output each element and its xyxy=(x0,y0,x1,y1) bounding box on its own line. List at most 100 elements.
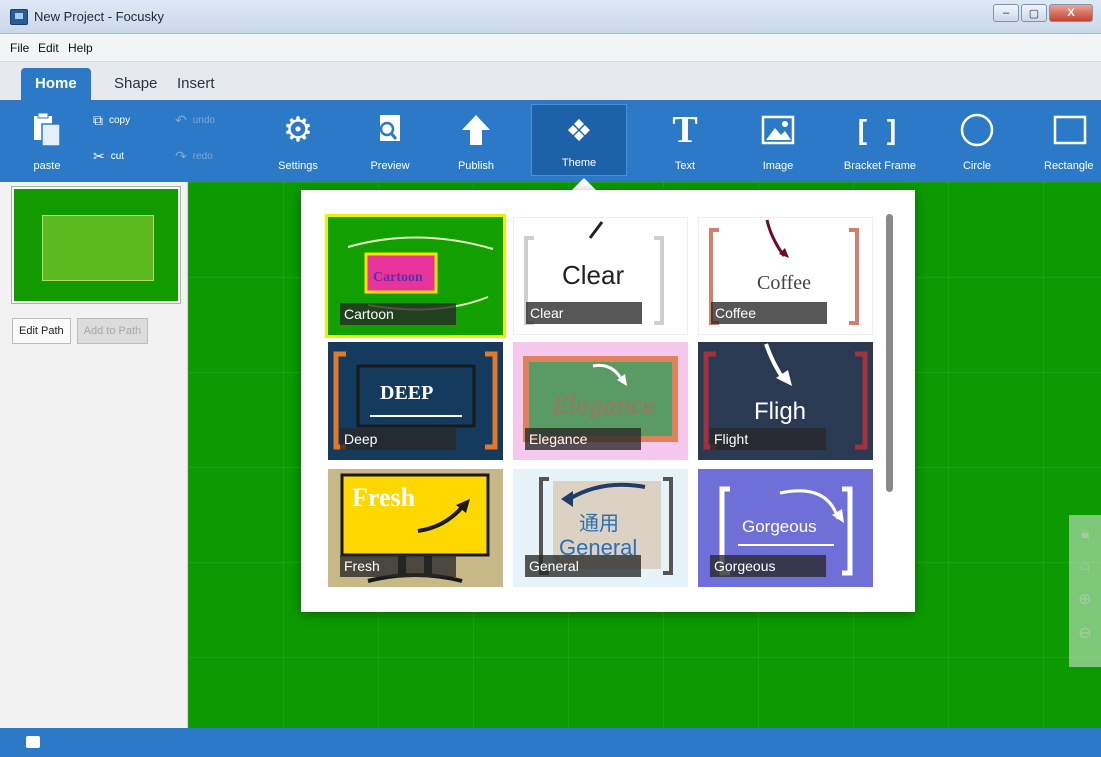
scissors-icon: ✂ xyxy=(93,148,105,164)
undo-icon: ↶ xyxy=(175,112,187,128)
canvas-side-tools: 🔒︎ ⌂ ⊕ ⊖ xyxy=(1069,515,1101,667)
slides-panel: Edit Path Add to Path xyxy=(0,182,188,728)
presentation-icon[interactable] xyxy=(26,736,40,748)
slide-thumbnail[interactable] xyxy=(11,186,181,304)
circle-label: Circle xyxy=(962,160,992,172)
theme-label: Theme xyxy=(561,157,597,169)
title-bar: New Project - Focusky – ▢ X xyxy=(0,0,1101,34)
theme-label: Gorgeous xyxy=(710,555,826,577)
theme-popup: Cartoon Cartoon Clear Clear Coffee Coffe… xyxy=(301,190,915,612)
redo-label: redo xyxy=(192,151,213,162)
undo-button[interactable]: ↶ undo xyxy=(175,112,215,129)
theme-cartoon[interactable]: Cartoon Cartoon xyxy=(325,214,506,338)
settings-label: Settings xyxy=(278,160,318,172)
paste-button[interactable]: paste xyxy=(22,100,72,182)
cartoon-preview-text: Cartoon xyxy=(373,270,423,285)
text-button[interactable]: T Text xyxy=(655,100,715,182)
circle-icon xyxy=(959,110,995,150)
preview-button[interactable]: Preview xyxy=(360,100,420,182)
popup-arrow xyxy=(572,178,596,190)
cut-label: cut xyxy=(110,151,125,162)
elegance-preview-text: Elegance xyxy=(553,394,656,419)
paste-label: paste xyxy=(33,160,61,172)
publish-label: Publish xyxy=(457,160,495,172)
rectangle-icon xyxy=(1052,110,1088,150)
theme-label: Clear xyxy=(526,302,642,324)
menu-help[interactable]: Help xyxy=(68,41,93,55)
copy-label: copy xyxy=(109,115,131,126)
text-icon: T xyxy=(672,109,698,151)
tab-insert[interactable]: Insert xyxy=(163,68,229,100)
deep-preview-text: DEEP xyxy=(380,382,434,404)
tab-shape[interactable]: Shape xyxy=(100,68,171,100)
image-label: Image xyxy=(762,160,794,172)
text-label: Text xyxy=(674,160,696,172)
redo-button[interactable]: ↷ redo xyxy=(175,148,213,165)
minimize-button[interactable]: – xyxy=(993,4,1019,22)
clear-preview-text: Clear xyxy=(562,260,625,290)
frame-thumbnail xyxy=(42,215,154,281)
settings-button[interactable]: ⚙ Settings xyxy=(268,100,328,182)
theme-label: Deep xyxy=(340,428,456,450)
bracket-frame-button[interactable]: [ ] Bracket Frame xyxy=(834,100,926,182)
gorgeous-preview-text: Gorgeous xyxy=(742,517,817,536)
coffee-preview-text: Coffee xyxy=(757,272,812,294)
redo-icon: ↷ xyxy=(175,148,187,164)
tab-home[interactable]: Home xyxy=(21,68,91,100)
theme-elegance[interactable]: Elegance Elegance xyxy=(513,342,688,460)
paste-icon xyxy=(32,110,62,150)
bracket-icon: [ ] xyxy=(857,114,903,145)
theme-flight[interactable]: Fligh Flight xyxy=(698,342,873,460)
window-title: New Project - Focusky xyxy=(34,9,165,24)
theme-label: General xyxy=(525,555,641,577)
image-button[interactable]: Image xyxy=(748,100,808,182)
cut-button[interactable]: ✂ cut xyxy=(93,148,124,165)
status-bar xyxy=(0,728,1101,757)
theme-label: Coffee xyxy=(711,302,827,324)
close-button[interactable]: X xyxy=(1049,4,1093,22)
preview-icon xyxy=(374,110,406,150)
theme-button[interactable]: ❖ Theme xyxy=(531,104,627,176)
zoom-out-icon[interactable]: ⊖ xyxy=(1078,623,1091,643)
app-icon xyxy=(10,9,28,25)
ribbon-toolbar: paste ⧉ copy ✂ cut ↶ undo ↷ redo ⚙ Setti… xyxy=(0,100,1101,182)
add-to-path-button[interactable]: Add to Path xyxy=(76,318,149,344)
lock-icon[interactable]: 🔒︎ xyxy=(1081,525,1090,543)
rectangle-button[interactable]: Rectangle xyxy=(1038,100,1101,182)
flight-preview-text: Fligh xyxy=(754,398,807,425)
bracket-frame-label: Bracket Frame xyxy=(843,160,917,172)
theme-fresh[interactable]: Fresh Fresh xyxy=(328,469,503,587)
theme-gorgeous[interactable]: Gorgeous Gorgeous xyxy=(698,469,873,587)
theme-icon: ❖ xyxy=(565,114,593,148)
home-icon[interactable]: ⌂ xyxy=(1080,557,1090,575)
preview-label: Preview xyxy=(370,160,410,172)
copy-button[interactable]: ⧉ copy xyxy=(93,112,130,129)
circle-button[interactable]: Circle xyxy=(950,100,1004,182)
rectangle-label: Rectangle xyxy=(1044,160,1094,172)
path-buttons: Edit Path Add to Path xyxy=(12,318,149,344)
theme-label: Elegance xyxy=(525,428,641,450)
edit-path-button[interactable]: Edit Path xyxy=(12,318,71,344)
general-preview-text: 通用 xyxy=(579,513,619,535)
theme-deep[interactable]: DEEP Deep xyxy=(328,342,503,460)
ribbon-tabs: Home Shape Insert xyxy=(0,62,1101,100)
theme-clear[interactable]: Clear Clear xyxy=(513,217,688,335)
undo-label: undo xyxy=(192,115,215,126)
copy-icon: ⧉ xyxy=(93,112,103,128)
image-icon xyxy=(761,110,795,150)
theme-label: Cartoon xyxy=(340,303,456,325)
theme-label: Flight xyxy=(710,428,826,450)
menu-file[interactable]: File xyxy=(10,41,29,55)
theme-coffee[interactable]: Coffee Coffee xyxy=(698,217,873,335)
theme-scrollbar[interactable] xyxy=(886,214,893,492)
theme-label: Fresh xyxy=(340,555,456,577)
publish-button[interactable]: Publish xyxy=(446,100,506,182)
maximize-button[interactable]: ▢ xyxy=(1021,4,1047,22)
menu-edit[interactable]: Edit xyxy=(38,41,59,55)
up-arrow-icon xyxy=(460,110,492,150)
zoom-in-icon[interactable]: ⊕ xyxy=(1078,589,1091,609)
gear-icon: ⚙ xyxy=(282,111,314,149)
window-controls: – ▢ X xyxy=(993,4,1093,22)
theme-general[interactable]: 通用 General General xyxy=(513,469,688,587)
fresh-preview-text: Fresh xyxy=(352,483,416,512)
